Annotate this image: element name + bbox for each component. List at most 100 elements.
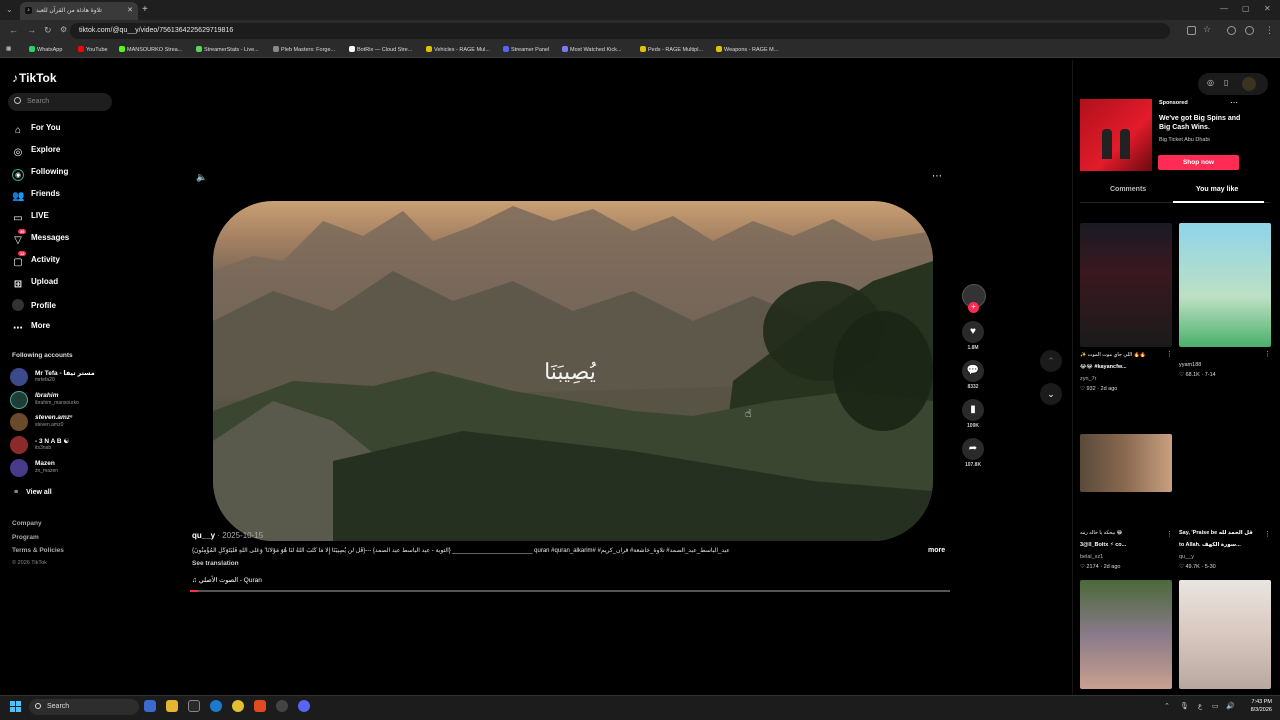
comment-button[interactable]: 💬 8332 (962, 360, 984, 390)
copilot-icon[interactable] (144, 700, 156, 712)
apps-icon[interactable]: ▦ (6, 46, 11, 52)
nav-friends[interactable]: 👥 Friends (12, 189, 60, 203)
ad-more-icon[interactable]: ⋯ (1230, 98, 1238, 107)
thumb-user[interactable]: yyam188 (1179, 362, 1201, 368)
volume-icon[interactable]: 🔊 (1226, 702, 1235, 710)
music-track[interactable]: ♫ الصوت الأصلي - Quran (192, 576, 262, 584)
bookmark-item[interactable]: Streamer Panel (503, 46, 549, 53)
thumb-more-icon[interactable]: ⋮ (1264, 530, 1271, 538)
footer-link-terms[interactable]: Terms & Policies (12, 547, 64, 554)
windows-start-icon[interactable] (10, 701, 22, 713)
share-button[interactable]: ➦ 107.8K (962, 438, 984, 468)
thumb-user[interactable]: zyn_7r (1080, 376, 1097, 382)
forward-button[interactable]: → (27, 25, 36, 35)
site-info-icon[interactable]: ⚙ (60, 25, 67, 34)
nav-for-you[interactable]: ⌂ For You (12, 123, 61, 137)
shop-now-button[interactable]: Shop now (1158, 155, 1239, 170)
browser-tab[interactable]: ♪ تلاوة هادئة من القرآن للعبد ✕ (20, 2, 138, 20)
compass-icon[interactable]: ◎ (1207, 78, 1214, 87)
chrome-icon[interactable] (232, 700, 244, 712)
avatar (10, 459, 28, 477)
device-icon[interactable]: ▯ (1224, 78, 1228, 87)
save-button[interactable]: ▮ 109K (962, 399, 984, 429)
brave-icon[interactable] (254, 700, 266, 712)
like-button[interactable]: ♥ 1.8M (962, 321, 984, 351)
recommended-thumbnail[interactable] (1080, 580, 1172, 689)
view-all-button[interactable]: ≡ View all (14, 489, 52, 496)
footer-link-company[interactable]: Company (12, 520, 42, 527)
previous-video-button[interactable]: ⌃ (1040, 350, 1062, 372)
browser-menu-icon[interactable]: ⋮ (1265, 25, 1274, 36)
nav-activity[interactable]: ▢ 12 Activity (12, 251, 60, 269)
url-bar[interactable]: tiktok.com/@qu__y/video/7561364225629719… (70, 23, 1170, 39)
recommended-thumbnail[interactable] (1179, 223, 1271, 347)
nav-more[interactable]: ⋯ More (12, 321, 50, 335)
window-close-button[interactable]: ✕ (1264, 4, 1271, 13)
thumb-user[interactable]: belal_xz1 (1080, 554, 1103, 560)
install-app-icon[interactable] (1187, 26, 1196, 35)
ad-figure (1120, 129, 1130, 159)
bookmark-item[interactable]: BotRix — Cloud Stre... (349, 46, 412, 53)
thumb-more-icon[interactable]: ⋮ (1264, 350, 1271, 358)
recommended-thumbnail[interactable] (1080, 223, 1172, 347)
new-tab-button[interactable]: + (142, 4, 148, 15)
footer-link-program[interactable]: Program (12, 534, 39, 541)
app-icon[interactable] (188, 700, 200, 712)
nav-live[interactable]: ▭ LIVE (12, 211, 49, 225)
video-author[interactable]: qu__y (192, 531, 215, 540)
nav-following[interactable]: ◉ Following (12, 167, 68, 181)
volume-icon[interactable]: 🔈 (196, 172, 207, 183)
bookmark-item[interactable]: WhatsApp (29, 46, 62, 53)
caption-more-button[interactable]: more (928, 547, 945, 554)
bookmark-star-icon[interactable]: ☆ (1203, 24, 1211, 35)
recommended-thumbnail[interactable] (1179, 580, 1271, 689)
taskbar-search[interactable]: Search (29, 699, 139, 715)
ad-image[interactable] (1080, 99, 1152, 171)
bookmark-item[interactable]: Weapons - RAGE M... (716, 46, 778, 53)
edge-icon[interactable] (210, 700, 222, 712)
bookmark-item[interactable]: StreamerStats - Live... (196, 46, 259, 53)
thumb-user[interactable]: qu__y (1179, 554, 1194, 560)
user-avatar[interactable] (1242, 77, 1256, 91)
bookmark-item[interactable]: Vehicles - RAGE Mul... (426, 46, 490, 53)
tiktok-logo[interactable]: ♪TikTok (12, 71, 57, 85)
minimize-button[interactable]: — (1220, 4, 1228, 13)
bookmark-item[interactable]: YouTube (78, 46, 108, 53)
language-icon[interactable]: ع (1198, 702, 1202, 710)
network-icon[interactable]: ▭ (1212, 702, 1219, 710)
reload-button[interactable]: ↻ (44, 25, 52, 36)
bookmark-item[interactable]: Peds - RAGE Multipl... (640, 46, 703, 53)
file-explorer-icon[interactable] (166, 700, 178, 712)
tab-you-may-like[interactable]: You may like (1196, 186, 1238, 193)
nav-messages[interactable]: ▽ 36 Messages (12, 229, 69, 247)
bookmark-item[interactable]: Pleb Masters: Forge... (273, 46, 335, 53)
bookmark-item[interactable]: MANSOURKO Strea... (119, 46, 182, 53)
recommended-thumbnail[interactable] (1080, 434, 1172, 492)
microphone-icon[interactable]: 🎙 (1180, 702, 1189, 710)
tab-search-icon[interactable]: ⌄ (6, 5, 13, 14)
maximize-button[interactable]: ▢ (1242, 4, 1250, 13)
nav-explore[interactable]: ◎ Explore (12, 145, 61, 159)
tab-comments[interactable]: Comments (1110, 186, 1146, 193)
thumb-more-icon[interactable]: ⋮ (1166, 530, 1173, 538)
follow-plus-icon[interactable]: + (968, 302, 979, 313)
profile-avatar-icon[interactable] (1245, 26, 1254, 35)
video-progress-bar[interactable] (190, 590, 950, 592)
close-icon[interactable]: ✕ (127, 6, 133, 14)
thumb-more-icon[interactable]: ⋮ (1166, 350, 1173, 358)
extensions-icon[interactable] (1227, 26, 1236, 35)
next-video-button[interactable]: ⌄ (1040, 383, 1062, 405)
back-button[interactable]: ← (9, 25, 18, 35)
taskbar-clock[interactable]: 7:43 PM 8/3/2026 (1238, 698, 1272, 714)
bookmark-item[interactable]: Most Watched Kick... (562, 46, 621, 53)
bookmark-favicon-icon (349, 46, 355, 52)
discord-icon[interactable] (298, 700, 310, 712)
tray-chevron-icon[interactable]: ⌃ (1164, 702, 1170, 710)
nav-profile[interactable]: Profile (12, 299, 56, 311)
search-input[interactable]: Search (8, 93, 112, 111)
bookmark-favicon-icon (119, 46, 125, 52)
app-icon[interactable] (276, 700, 288, 712)
video-more-icon[interactable]: ⋯ (932, 171, 943, 182)
nav-upload[interactable]: ⊞ Upload (12, 277, 58, 291)
see-translation-button[interactable]: See translation (192, 560, 239, 567)
